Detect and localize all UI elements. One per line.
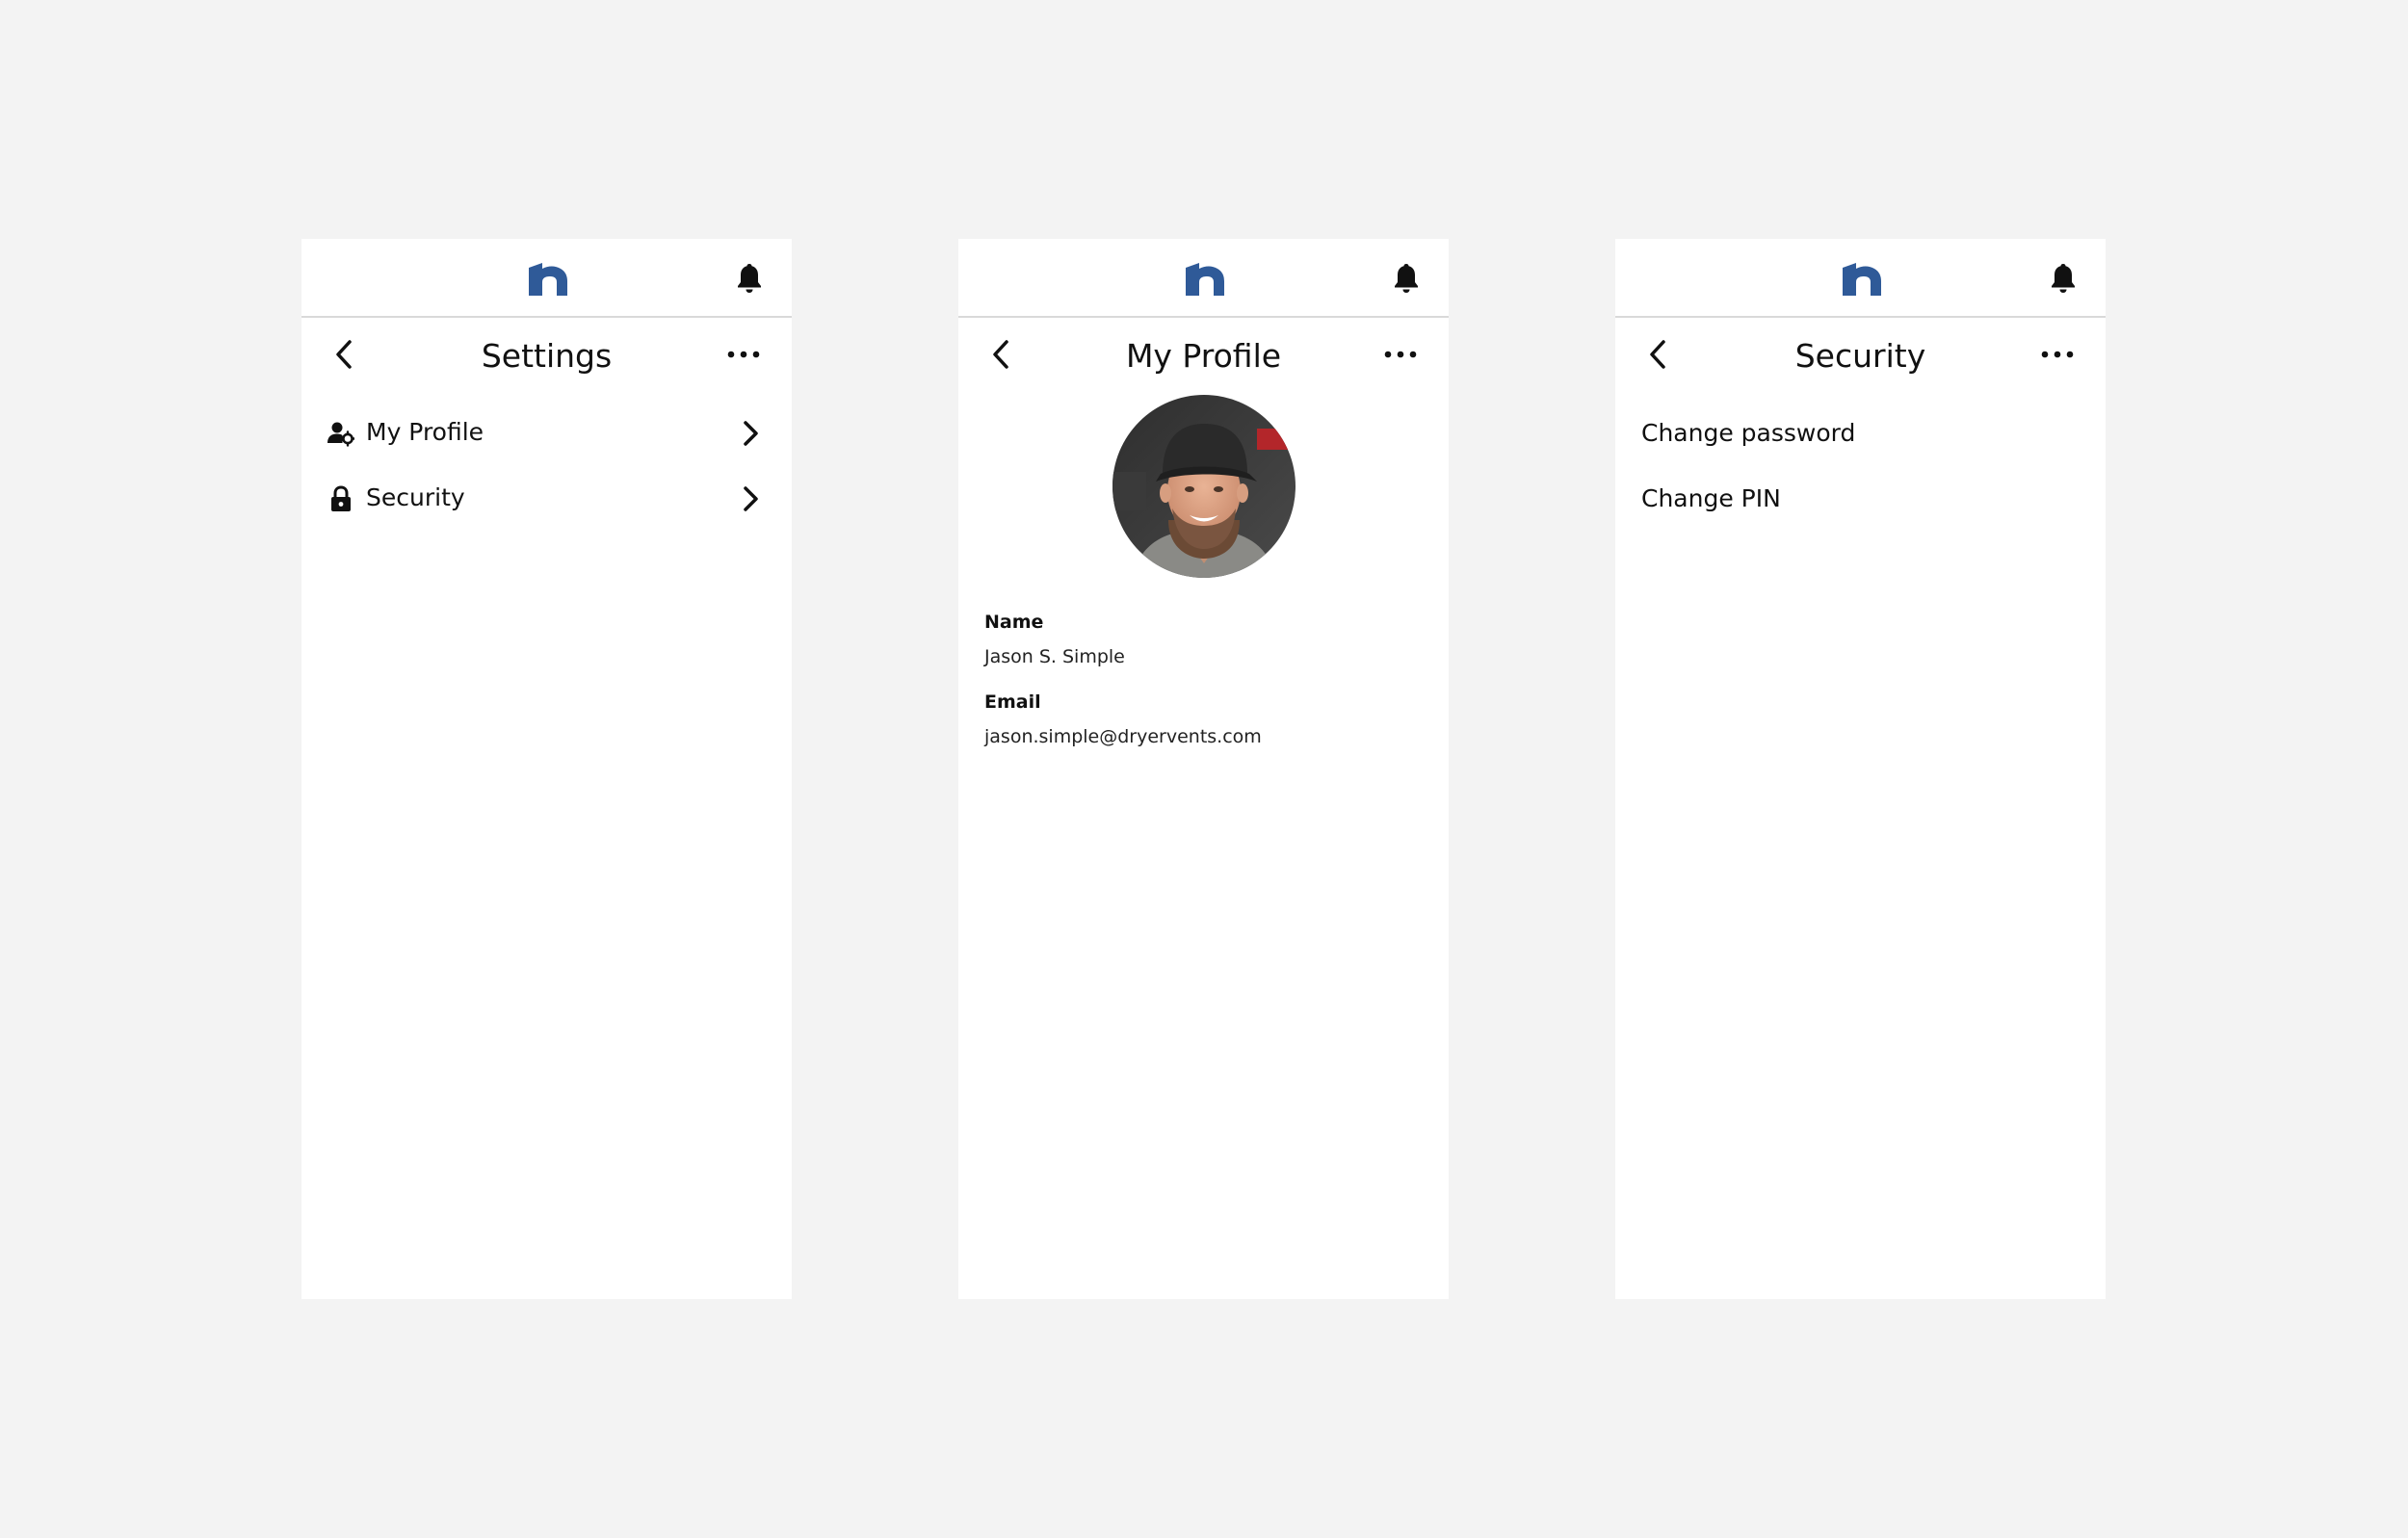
email-value: jason.simple@dryervents.com: [984, 726, 1262, 747]
page-title: My Profile: [1125, 337, 1282, 375]
brand-logo[interactable]: [1186, 263, 1224, 296]
bell-icon[interactable]: [736, 263, 763, 294]
avatar[interactable]: [1112, 395, 1296, 578]
chevron-right-icon: [744, 421, 758, 446]
more-icon[interactable]: [1382, 345, 1419, 364]
page-header: My Profile: [958, 318, 1449, 395]
more-icon[interactable]: [725, 345, 762, 364]
settings-item-security[interactable]: Security: [301, 468, 792, 530]
page-header: Settings: [301, 318, 792, 395]
top-app-bar: [301, 239, 792, 318]
page-header: Security: [1615, 318, 2106, 395]
top-app-bar: [958, 239, 1449, 318]
lock-icon: [331, 485, 351, 511]
settings-item-label: My Profile: [366, 418, 484, 446]
brand-logo[interactable]: [1843, 263, 1881, 296]
page-title: Settings: [481, 337, 613, 375]
page-title: Security: [1794, 337, 1926, 375]
change-pin-item[interactable]: Change PIN: [1641, 482, 1781, 516]
back-icon[interactable]: [330, 337, 359, 372]
brand-logo[interactable]: [529, 263, 567, 296]
settings-item-my-profile[interactable]: My Profile: [301, 403, 792, 464]
bell-icon[interactable]: [2050, 263, 2077, 294]
name-value: Jason S. Simple: [984, 646, 1125, 667]
bell-icon[interactable]: [1393, 263, 1420, 294]
profile-screen: My Profile Name Jason S. Simple Email ja…: [958, 239, 1449, 1299]
settings-item-label: Security: [366, 483, 465, 511]
settings-screen: Settings My Profile Security: [301, 239, 792, 1299]
user-gear-icon: [327, 422, 354, 447]
more-icon[interactable]: [2039, 345, 2076, 364]
top-app-bar: [1615, 239, 2106, 318]
back-icon[interactable]: [1644, 337, 1673, 372]
change-password-item[interactable]: Change password: [1641, 416, 1855, 451]
security-screen: Security Change password Change PIN: [1615, 239, 2106, 1299]
chevron-right-icon: [744, 486, 758, 511]
back-icon[interactable]: [987, 337, 1016, 372]
name-label: Name: [984, 612, 1044, 633]
email-label: Email: [984, 691, 1041, 713]
profile-photo: [1112, 395, 1296, 578]
